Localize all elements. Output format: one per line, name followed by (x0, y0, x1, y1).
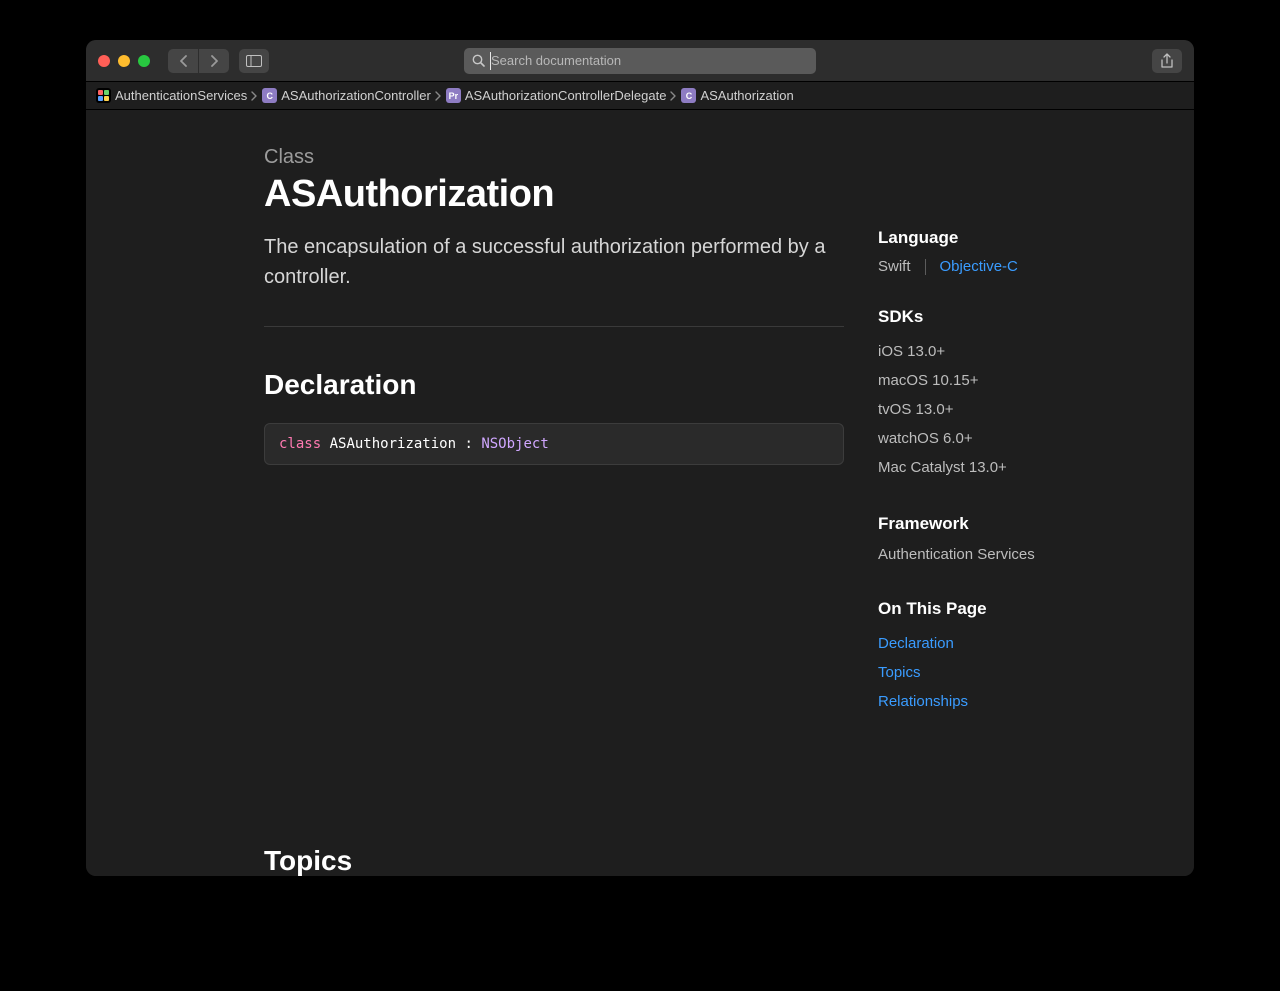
forward-button[interactable] (199, 49, 229, 73)
breadcrumb-item-delegate[interactable]: Pr ASAuthorizationControllerDelegate (446, 88, 667, 103)
code-basetype: NSObject (481, 436, 548, 452)
chevron-right-icon (435, 91, 442, 101)
toc-link-declaration[interactable]: Declaration (878, 635, 954, 652)
breadcrumb-label: ASAuthorizationController (281, 88, 431, 103)
app-window: AuthenticationServices C ASAuthorization… (86, 40, 1194, 876)
chevron-left-icon (179, 55, 188, 67)
minimize-window-button[interactable] (118, 55, 130, 67)
sdk-item: watchOS 6.0+ (878, 424, 1078, 453)
sdk-list: iOS 13.0+ macOS 10.15+ tvOS 13.0+ watchO… (878, 337, 1078, 482)
toc-link-relationships[interactable]: Relationships (878, 693, 968, 710)
nav-buttons (168, 49, 229, 73)
topics-heading: Topics (264, 845, 844, 876)
close-window-button[interactable] (98, 55, 110, 67)
page-summary: The encapsulation of a successful author… (264, 232, 844, 292)
content-area: Class ASAuthorization The encapsulation … (86, 110, 1194, 876)
text-cursor (490, 52, 491, 70)
sdk-item: macOS 10.15+ (878, 366, 1078, 395)
protocol-badge-icon: Pr (446, 88, 461, 103)
back-button[interactable] (168, 49, 198, 73)
breadcrumb-label: AuthenticationServices (115, 88, 247, 103)
sidebar-toggle-button[interactable] (239, 49, 269, 73)
breadcrumb: AuthenticationServices C ASAuthorization… (86, 82, 1194, 110)
toc-link-topics[interactable]: Topics (878, 664, 921, 681)
class-badge-icon: C (681, 88, 696, 103)
main-column: Class ASAuthorization The encapsulation … (264, 146, 844, 876)
language-switcher: Swift Objective-C (878, 258, 1078, 275)
sdk-item: iOS 13.0+ (878, 337, 1078, 366)
framework-icon (96, 88, 111, 103)
code-typename: ASAuthorization (330, 436, 456, 452)
titlebar (86, 40, 1194, 82)
chevron-right-icon (670, 91, 677, 101)
code-keyword: class (279, 436, 321, 452)
sidebar-icon (246, 55, 262, 67)
search-field[interactable] (464, 48, 816, 74)
page-title: ASAuthorization (264, 173, 844, 216)
language-heading: Language (878, 228, 1078, 248)
window-controls (98, 55, 150, 67)
breadcrumb-item-controller[interactable]: C ASAuthorizationController (262, 88, 431, 103)
breadcrumb-label: ASAuthorizationControllerDelegate (465, 88, 667, 103)
search-input[interactable] (491, 53, 808, 68)
toc-list: Declaration Topics Relationships (878, 629, 1078, 716)
breadcrumb-label: ASAuthorization (700, 88, 793, 103)
share-icon (1160, 53, 1174, 69)
on-this-page-heading: On This Page (878, 599, 1078, 619)
chevron-right-icon (251, 91, 258, 101)
language-option-objc[interactable]: Objective-C (940, 258, 1018, 275)
aside-column: Language Swift Objective-C SDKs iOS 13.0… (878, 146, 1078, 876)
divider (925, 259, 926, 275)
divider (264, 326, 844, 327)
declaration-code: class ASAuthorization : NSObject (264, 423, 844, 465)
framework-name: Authentication Services (878, 544, 1078, 567)
breadcrumb-item-framework[interactable]: AuthenticationServices (96, 88, 247, 103)
search-icon (472, 54, 485, 67)
sdks-heading: SDKs (878, 307, 1078, 327)
chevron-right-icon (210, 55, 219, 67)
sdk-item: tvOS 13.0+ (878, 395, 1078, 424)
class-badge-icon: C (262, 88, 277, 103)
framework-heading: Framework (878, 514, 1078, 534)
declaration-heading: Declaration (264, 369, 844, 401)
code-separator: : (456, 436, 481, 452)
eyebrow: Class (264, 146, 844, 169)
sdk-item: Mac Catalyst 13.0+ (878, 453, 1078, 482)
language-option-swift[interactable]: Swift (878, 258, 911, 275)
zoom-window-button[interactable] (138, 55, 150, 67)
share-button[interactable] (1152, 49, 1182, 73)
breadcrumb-item-current[interactable]: C ASAuthorization (681, 88, 793, 103)
